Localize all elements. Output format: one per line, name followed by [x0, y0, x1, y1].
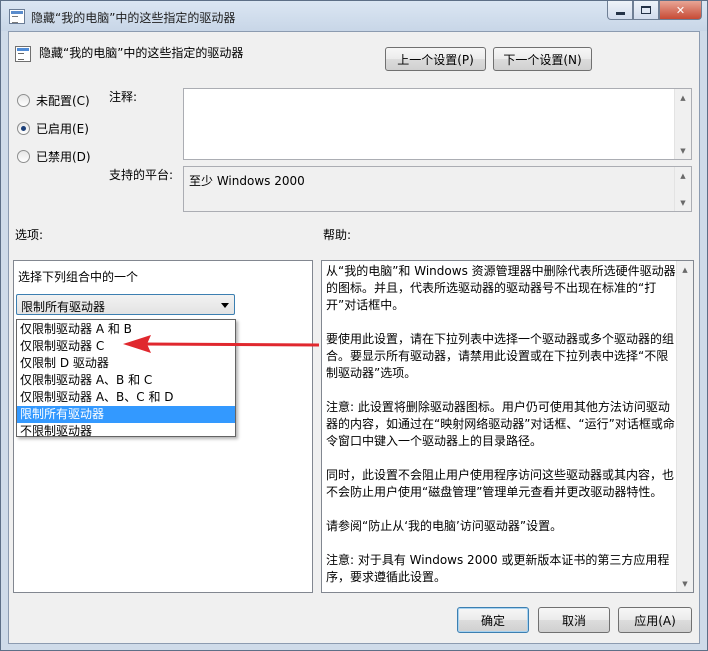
minimize-button[interactable]: [607, 1, 633, 20]
help-paragraph: 注意: 对于具有 Windows 2000 或更新版本证书的第三方应用程序，要求…: [326, 553, 670, 584]
scroll-down-icon[interactable]: ▼: [675, 194, 691, 211]
dialog-window: 隐藏“我的电脑”中的这些指定的驱动器 ✕ 隐藏“我的电脑”中的这些指定的驱动器 …: [0, 0, 708, 651]
help-scrollbar[interactable]: ▲ ▼: [676, 261, 693, 592]
help-text: 从“我的电脑”和 Windows 资源管理器中删除代表所选硬件驱动器的图标。并且…: [326, 263, 676, 592]
radio-disabled[interactable]: 已禁用(D): [17, 148, 91, 165]
help-label: 帮助:: [323, 228, 352, 242]
comment-label: 注释:: [109, 90, 138, 104]
close-icon: ✕: [675, 3, 686, 17]
minimize-icon: [615, 11, 625, 15]
scroll-down-icon[interactable]: ▼: [677, 575, 693, 592]
drive-restriction-combobox[interactable]: 限制所有驱动器: [16, 294, 235, 315]
next-setting-button[interactable]: 下一个设置(N): [493, 47, 592, 71]
radio-label: 已启用(E): [36, 122, 89, 136]
dropdown-option[interactable]: 仅限制驱动器 A、B、C 和 D: [17, 389, 235, 406]
radio-circle[interactable]: [17, 150, 30, 163]
scroll-up-icon[interactable]: ▲: [677, 261, 693, 278]
platform-label: 支持的平台:: [109, 168, 174, 182]
help-paragraph: 从“我的电脑”和 Windows 资源管理器中删除代表所选硬件驱动器的图标。并且…: [326, 264, 676, 312]
radio-label: 未配置(C): [36, 94, 90, 108]
maximize-icon: [641, 6, 651, 14]
radio-circle[interactable]: [17, 94, 30, 107]
window-title: 隐藏“我的电脑”中的这些指定的驱动器: [31, 11, 236, 25]
title-bar[interactable]: 隐藏“我的电脑”中的这些指定的驱动器 ✕: [1, 1, 707, 31]
combo-value: 限制所有驱动器: [21, 300, 106, 314]
radio-not-configured[interactable]: 未配置(C): [17, 92, 90, 109]
help-paragraph: 要使用此设置，请在下拉列表中选择一个驱动器或多个驱动器的组合。要显示所有驱动器，…: [326, 332, 675, 380]
dropdown-option[interactable]: 仅限制驱动器 C: [17, 338, 235, 355]
combo-caption: 选择下列组合中的一个: [18, 270, 139, 284]
scroll-down-icon[interactable]: ▼: [675, 142, 691, 159]
scroll-up-icon[interactable]: ▲: [675, 89, 691, 106]
dialog-client: 隐藏“我的电脑”中的这些指定的驱动器 上一个设置(P) 下一个设置(N) 未配置…: [8, 31, 700, 644]
dropdown-option[interactable]: 仅限制 D 驱动器: [17, 355, 235, 372]
setting-title: 隐藏“我的电脑”中的这些指定的驱动器: [39, 46, 244, 60]
platform-field: 至少 Windows 2000 ▲ ▼: [183, 166, 692, 212]
apply-button[interactable]: 应用(A): [618, 607, 692, 633]
comment-textarea[interactable]: ▲ ▼: [183, 88, 692, 160]
maximize-button[interactable]: [633, 1, 659, 20]
help-paragraph: 请参阅“防止从‘我的电脑’访问驱动器”设置。: [326, 519, 563, 533]
help-paragraph: 注意: 此设置将删除驱动器图标。用户仍可使用其他方法访问驱动器的内容，如通过在“…: [326, 400, 675, 448]
comment-scrollbar[interactable]: ▲ ▼: [674, 89, 691, 159]
cancel-button[interactable]: 取消: [538, 607, 610, 633]
scroll-up-icon[interactable]: ▲: [675, 167, 691, 184]
radio-circle[interactable]: [17, 122, 30, 135]
help-panel: 从“我的电脑”和 Windows 资源管理器中删除代表所选硬件驱动器的图标。并且…: [321, 260, 694, 593]
radio-label: 已禁用(D): [36, 150, 91, 164]
ok-button[interactable]: 确定: [457, 607, 529, 633]
platform-scrollbar[interactable]: ▲ ▼: [674, 167, 691, 211]
previous-setting-button[interactable]: 上一个设置(P): [385, 47, 486, 71]
radio-enabled[interactable]: 已启用(E): [17, 120, 89, 137]
dropdown-option[interactable]: 仅限制驱动器 A 和 B: [17, 321, 235, 338]
policy-icon: [15, 46, 31, 62]
chevron-down-icon[interactable]: [221, 303, 229, 308]
combo-dropdown-list: 仅限制驱动器 A 和 B 仅限制驱动器 C 仅限制 D 驱动器 仅限制驱动器 A…: [16, 319, 236, 440]
policy-icon: [9, 9, 25, 24]
help-paragraph: 同时，此设置不会阻止用户使用程序访问这些驱动器或其内容，也不会防止用户使用“磁盘…: [326, 468, 675, 499]
close-button[interactable]: ✕: [659, 1, 702, 20]
platform-value: 至少 Windows 2000: [189, 174, 305, 188]
dropdown-option[interactable]: 不限制驱动器: [17, 423, 235, 440]
dropdown-option[interactable]: 仅限制驱动器 A、B 和 C: [17, 372, 235, 389]
dropdown-option-selected[interactable]: 限制所有驱动器: [17, 406, 235, 423]
options-label: 选项:: [15, 228, 44, 242]
caption-buttons: ✕: [607, 1, 702, 21]
